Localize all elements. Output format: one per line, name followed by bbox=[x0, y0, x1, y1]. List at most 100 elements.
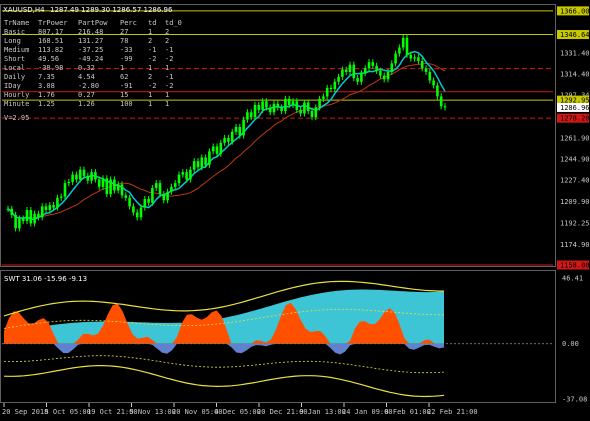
price-tick-label: 1244.90 bbox=[560, 155, 590, 163]
candle-body bbox=[382, 75, 386, 80]
candle-body bbox=[265, 101, 268, 108]
candle-body bbox=[409, 54, 413, 59]
price-tick-label: 1286.96 bbox=[560, 104, 590, 112]
candle-body bbox=[94, 172, 97, 180]
table-cell: Long bbox=[4, 37, 21, 45]
table-cell: -91 bbox=[120, 82, 133, 90]
table-cell: 1 bbox=[148, 28, 152, 36]
table-cell: -37.25 bbox=[78, 46, 103, 54]
candle-body bbox=[314, 107, 318, 118]
candle-body bbox=[348, 64, 352, 72]
table-cell: -1 bbox=[165, 46, 173, 54]
table-cell: 2 bbox=[148, 37, 152, 45]
table-cell: -33 bbox=[120, 46, 133, 54]
candle-body bbox=[6, 208, 10, 210]
symbol-label: XAUUSD,H4 bbox=[3, 6, 45, 14]
price-tick-label: 1209.90 bbox=[560, 198, 590, 206]
candle-body bbox=[253, 104, 257, 118]
candle-body bbox=[344, 69, 348, 72]
time-tick-label: 5 Oct 05:00 bbox=[45, 408, 91, 416]
time-axis: 20 Sep 20185 Oct 05:0019 Oct 21:005 Nov … bbox=[2, 403, 478, 416]
price-tick-label: 1227.40 bbox=[560, 177, 590, 185]
osc-tick-label: 46.41 bbox=[562, 275, 583, 283]
table-cell: -1 bbox=[148, 46, 156, 54]
table-cell: 131.27 bbox=[78, 37, 103, 45]
table-cell: 1.76 bbox=[38, 91, 55, 99]
candle-body bbox=[386, 71, 390, 80]
candle-body bbox=[82, 169, 86, 176]
candle-body bbox=[196, 161, 200, 168]
candle-body bbox=[249, 112, 253, 118]
candle-body bbox=[192, 161, 196, 170]
candle-body bbox=[352, 64, 356, 79]
candle-body bbox=[105, 178, 109, 195]
candle-body bbox=[367, 62, 371, 69]
table-cell: Medium bbox=[4, 46, 29, 54]
candle-body bbox=[211, 146, 215, 152]
table-cell: -2.80 bbox=[78, 82, 99, 90]
table-cell: 113.82 bbox=[38, 46, 63, 54]
table-cell: 1 bbox=[148, 91, 152, 99]
table-cell: 1.25 bbox=[38, 100, 55, 108]
table-cell: 1.26 bbox=[78, 100, 95, 108]
price-tick-label: 1158.00 bbox=[560, 262, 590, 270]
candle-body bbox=[219, 142, 223, 154]
table-cell: 1 bbox=[148, 100, 152, 108]
candle-body bbox=[360, 73, 363, 82]
candle-body bbox=[185, 172, 188, 180]
table-cell: -2 bbox=[148, 55, 156, 63]
candle-body bbox=[109, 179, 112, 195]
candle-body bbox=[48, 205, 52, 211]
candle-body bbox=[162, 194, 166, 201]
price-tick-label: 1331.40 bbox=[560, 50, 590, 58]
price-tick-label: 1192.25 bbox=[560, 220, 590, 228]
candle-body bbox=[71, 174, 74, 182]
table-cell: 1 bbox=[165, 100, 169, 108]
table-cell: 4.54 bbox=[78, 73, 95, 81]
table-cell: 2 bbox=[165, 28, 169, 36]
candle-body bbox=[398, 47, 401, 54]
candle-body bbox=[420, 60, 424, 69]
candle-body bbox=[215, 146, 219, 154]
candle-body bbox=[379, 70, 382, 76]
candle-body bbox=[14, 214, 17, 229]
table-cell: 78 bbox=[120, 37, 128, 45]
candle-body bbox=[318, 98, 321, 108]
table-footer: V=2.95 bbox=[4, 114, 29, 122]
table-cell: 1 bbox=[120, 64, 124, 72]
table-cell: Hourly bbox=[4, 91, 29, 99]
candle-body bbox=[75, 174, 78, 180]
candle-body bbox=[10, 208, 14, 215]
candle-body bbox=[25, 210, 29, 222]
table-cell: 27 bbox=[120, 28, 128, 36]
candle-body bbox=[170, 186, 173, 192]
candle-body bbox=[86, 175, 90, 181]
candle-body bbox=[325, 87, 329, 97]
candle-body bbox=[67, 181, 71, 184]
candle-body bbox=[166, 191, 169, 201]
candle-body bbox=[208, 151, 211, 165]
candle-body bbox=[390, 63, 394, 72]
candle-body bbox=[310, 111, 314, 118]
table-cell: 2 bbox=[165, 37, 169, 45]
candle-body bbox=[272, 103, 276, 113]
table-cell: -2 bbox=[148, 82, 156, 90]
candle-body bbox=[268, 107, 272, 113]
osc-tick-label: -37.08 bbox=[562, 396, 587, 404]
candle-body bbox=[424, 68, 428, 72]
candle-body bbox=[234, 126, 238, 132]
candle-body bbox=[63, 183, 67, 197]
candle-body bbox=[139, 207, 143, 218]
candle-body bbox=[223, 137, 226, 143]
price-tick-label: 1261.90 bbox=[560, 135, 590, 143]
candle-body bbox=[401, 37, 405, 48]
table-cell: 49.56 bbox=[38, 55, 59, 63]
price-tick-label: 1278.20 bbox=[560, 115, 590, 123]
table-cell: Daily bbox=[4, 73, 25, 81]
table-cell: 0.32 bbox=[78, 64, 95, 72]
candle-body bbox=[242, 119, 245, 136]
candle-body bbox=[428, 71, 432, 81]
candle-body bbox=[135, 212, 139, 218]
table-cell: 100 bbox=[120, 100, 133, 108]
candle-body bbox=[322, 96, 325, 99]
